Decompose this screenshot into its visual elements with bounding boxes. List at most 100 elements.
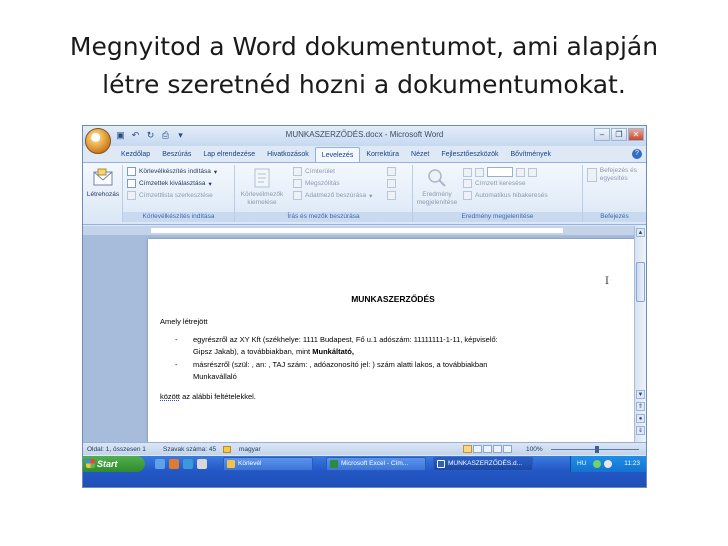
match-fields-item[interactable] [387,179,396,188]
record-number-field[interactable] [487,167,513,177]
tab-korrektura[interactable]: Korrektúra [360,147,405,162]
tab-lap-elrendezese[interactable]: Lap elrendezése [197,147,261,162]
tab-beszuras[interactable]: Beszúrás [156,147,197,162]
quicklaunch-desktop-icon[interactable] [155,459,165,469]
start-label: Start [97,459,118,469]
recipients-icon [127,179,136,188]
task-word[interactable]: MUNKASZERZŐDÉS.d... [433,457,533,471]
browse-object-icon[interactable]: ● [636,414,645,423]
folder-icon [227,460,235,468]
find-recipient-item[interactable]: Címzett keresése [463,179,526,188]
proofing-icon[interactable] [223,446,231,453]
insert-field-icon [293,191,302,200]
quicklaunch-firefox-icon[interactable] [169,459,179,469]
tab-bovitmenyek[interactable]: Bővítmények [505,147,557,162]
web-layout-view-icon[interactable] [483,445,492,453]
horizontal-ruler[interactable] [83,226,636,235]
excel-icon [330,460,338,468]
closing-rest: az alábbi feltételekkel. [180,392,256,401]
last-record-icon[interactable] [528,167,537,177]
print-layout-view-icon[interactable] [463,445,472,453]
system-tray: HU 11:23 [570,456,646,472]
select-recipients-label: Címzettek kiválasztása [139,180,206,187]
preview-results-button[interactable]: Eredmény megjelenítése [415,167,459,207]
finish-merge-button[interactable]: Befejezés és egyesítés [587,167,643,183]
quicklaunch-app-icon[interactable] [197,459,207,469]
start-merge-item[interactable]: Körlevélkészítés indítása ▾ [127,167,217,176]
start-button[interactable]: Start [83,456,145,472]
address-block-item[interactable]: Címterület [293,167,335,176]
previous-page-icon[interactable]: ⇑ [636,402,645,411]
scroll-down-icon[interactable]: ▼ [636,390,645,399]
scroll-thumb[interactable] [636,262,645,302]
first-record-icon[interactable] [463,167,472,177]
greeting-line-item[interactable]: Megszólítás [293,179,340,188]
clock: 11:23 [624,460,640,467]
highlight-fields-button[interactable]: Körlevélmezők kiemelése [239,167,285,207]
task-korlevel[interactable]: Körlevél [223,457,313,471]
group-finish: Befejezés és egyesítés Befejezés [583,165,646,222]
page-count[interactable]: Oldal: 1, összesen 1 [87,446,146,453]
next-record-icon[interactable] [516,167,525,177]
finish-merge-icon [587,168,597,182]
start-merge-label: Körlevélkészítés indítása [139,168,211,175]
slide-title-line-2: létre szeretnéd hozni a dokumentumokat. [102,70,626,99]
group-create: Létrehozás [83,165,123,222]
previous-record-icon[interactable] [475,167,484,177]
rules-item[interactable] [387,167,396,176]
bullet-1-mark: - [175,335,178,344]
preview-results-label: Eredmény megjelenítése [416,191,458,206]
outline-view-icon[interactable] [493,445,502,453]
tab-hivatkozasok[interactable]: Hivatkozások [261,147,315,162]
group-preview: Eredmény megjelenítése Címzett keresése … [413,165,583,222]
view-buttons [463,445,512,453]
close-button[interactable]: ✕ [628,128,644,141]
tab-kezdolap[interactable]: Kezdőlap [115,147,156,162]
group-write-insert: Körlevélmezők kiemelése Címterület Megsz… [235,165,413,222]
next-page-icon[interactable]: ⇓ [636,426,645,435]
insert-merge-field-item[interactable]: Adatmező beszúrása ▾ [293,191,372,200]
auto-check-errors-item[interactable]: Automatikus hibakeresés [463,191,548,200]
select-recipients-item[interactable]: Címzettek kiválasztása ▾ [127,179,212,188]
magnifier-icon [428,169,446,187]
word-count[interactable]: Szavak száma: 45 [163,446,216,453]
maximize-button[interactable]: ❐ [611,128,627,141]
full-screen-view-icon[interactable] [473,445,482,453]
word-screenshot: ▣ ↶ ↻ ⎙ ▾ MUNKASZERZŐDÉS.docx - Microsof… [82,125,647,488]
edit-recipient-list-item[interactable]: Címzettlista szerkesztése [127,191,213,200]
create-button[interactable]: Létrehozás [85,167,121,199]
check-errors-icon [463,191,472,200]
tab-nezet[interactable]: Nézet [405,147,435,162]
update-labels-icon [387,191,396,200]
greeting-line-icon [293,179,302,188]
group-start-merge: Körlevélkészítés indítása ▾ Címzettek ki… [123,165,235,222]
scroll-up-icon[interactable]: ▲ [636,228,645,237]
quicklaunch-ie-icon[interactable] [183,459,193,469]
record-navigation[interactable] [463,167,537,177]
document-title: MUNKASZERZŐDÉS [351,294,435,304]
task-excel[interactable]: Microsoft Excel - Cím... [326,457,426,471]
document-page[interactable]: I MUNKASZERZŐDÉS Amely létrejött - egyré… [148,239,638,442]
input-language[interactable]: HU [577,456,586,472]
help-icon[interactable]: ? [632,149,642,159]
draft-view-icon[interactable] [503,445,512,453]
volume-icon[interactable] [604,460,612,468]
bullet-1-line-2-text: Gipsz Jakab), a továbbiakban, mint [193,347,313,356]
update-labels-item[interactable] [387,191,396,200]
highlight-fields-icon [254,168,270,188]
closing-paragraph: között az alábbi feltételekkel. [160,392,256,401]
bullet-2-line-1: másrészről (szül: , an: , TAJ szám: , ad… [193,360,488,369]
tab-levelezes[interactable]: Levelezés [314,147,361,162]
mail-merge-icon [127,167,136,176]
vertical-scrollbar[interactable]: ▲ ▼ ⇑ ● ⇓ [634,226,646,442]
auto-check-errors-label: Automatikus hibakeresés [475,192,548,199]
minimize-button[interactable]: – [594,128,610,141]
zoom-slider-knob[interactable] [595,446,599,453]
office-button[interactable] [85,128,111,154]
tab-fejlesztoeszkozok[interactable]: Fejlesztőeszközök [435,147,504,162]
find-recipient-icon [463,179,472,188]
network-icon[interactable] [593,460,601,468]
language-indicator[interactable]: magyar [239,446,261,453]
zoom-level[interactable]: 100% [526,446,543,453]
document-area: I MUNKASZERZŐDÉS Amely létrejött - egyré… [83,226,646,442]
